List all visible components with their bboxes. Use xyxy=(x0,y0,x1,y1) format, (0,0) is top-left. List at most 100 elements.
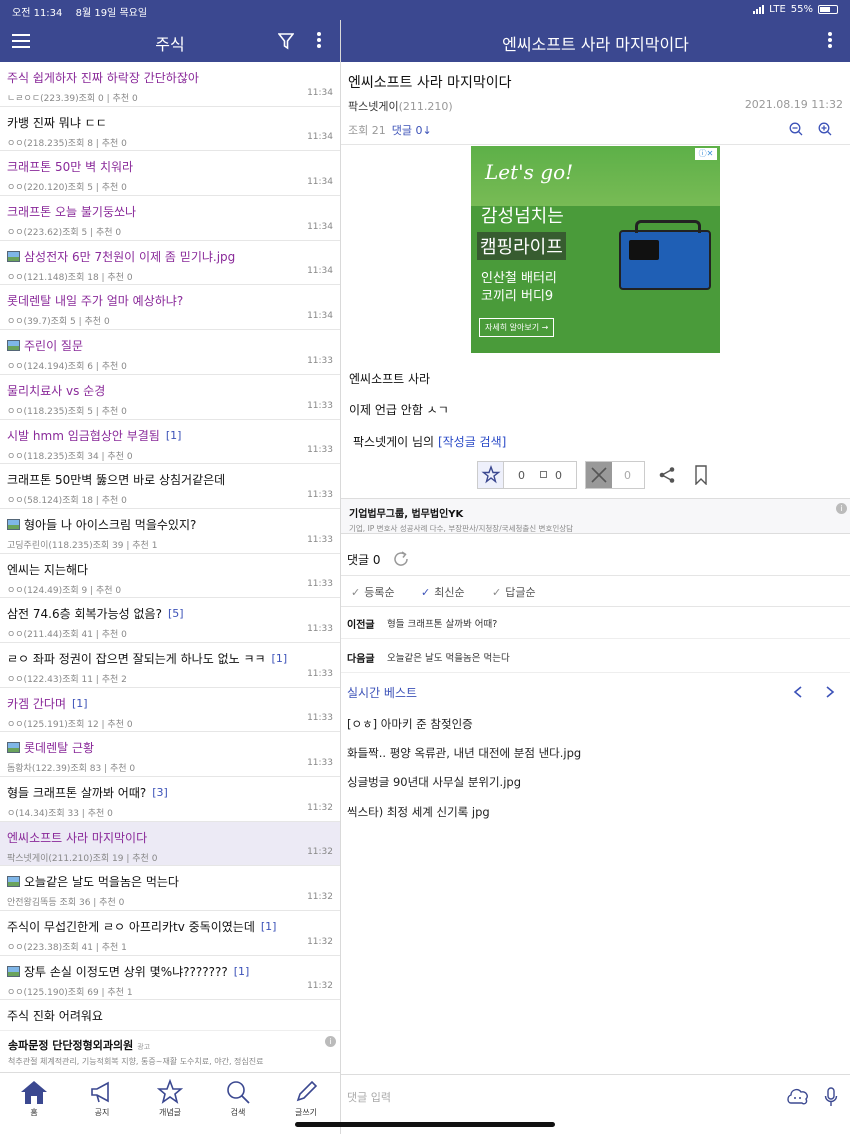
post-list-item[interactable]: 삼전 74.6층 회복가능성 없음? [5] ㅇㅇ(211.44)조회 41 | 추… xyxy=(0,598,340,643)
tab-search[interactable]: 검색 xyxy=(208,1079,268,1118)
microphone-icon[interactable] xyxy=(824,1087,838,1107)
post-list-item[interactable]: 롯데렌탈 내일 주가 얼마 예상하냐? ㅇㅇ(39.7)조회 5 | 추천 0 11… xyxy=(0,285,340,331)
chevron-right-icon[interactable] xyxy=(825,686,835,698)
post-list-item[interactable]: 카뱅 진짜 뭐냐 ㄷㄷ ㅇㅇ(218.235)조회 8 | 추천 0 11:34 xyxy=(0,107,340,152)
post-list-item[interactable]: ㄹㅇ 좌파 정권이 잡으면 잘되는게 하나도 없노 ㅋㅋ [1] ㅇㅇ(122.43… xyxy=(0,643,340,688)
image-icon xyxy=(7,518,20,530)
tab-best[interactable]: 개념글 xyxy=(140,1079,200,1118)
best-item[interactable]: 화들짝.. 평양 옥류관, 내년 대전에 분점 낸다.jpg xyxy=(347,745,581,761)
camping-ad-banner[interactable]: Let's go! 감성넘치는 캠핑라이프 인산철 배터리 코끼리 버디9 자세히… xyxy=(471,146,720,353)
reply-input[interactable]: 댓글 입력 xyxy=(347,1089,391,1105)
post-list-item[interactable]: 크래프톤 오늘 불기둥쏘나 ㅇㅇ(223.62)조회 5 | 추천 0 11:34 xyxy=(0,196,340,241)
post-item-time: 11:33 xyxy=(307,713,333,724)
image-icon xyxy=(7,742,20,754)
post-item-title: 주식 쉽게하자 진짜 하락장 간단하잖아 xyxy=(7,69,333,86)
ad-headline: Let's go! xyxy=(485,160,574,184)
post-list-item[interactable]: 크래프톤 50만 벽 치워라 ㅇㅇ(220.120)조회 5 | 추천 0 11:3… xyxy=(0,151,340,197)
post-item-meta: ㅇㅇ(125.190)조회 69 | 추천 1 xyxy=(7,987,133,998)
upvote-button[interactable] xyxy=(478,462,504,488)
post-item-time: 11:34 xyxy=(307,132,333,143)
law-ad-info-icon[interactable]: i xyxy=(836,503,847,514)
post-item-title-text: 오늘같은 날도 먹을놈은 먹는다 xyxy=(24,875,179,890)
best-item[interactable]: 씩스타) 최정 세계 신기록 jpg xyxy=(347,804,490,820)
post-item-time: 11:33 xyxy=(307,400,333,411)
tab-home[interactable]: 홈 xyxy=(4,1079,64,1118)
post-more-icon[interactable] xyxy=(828,32,832,50)
ad-choices-icon[interactable]: ⓘ✕ xyxy=(695,148,717,160)
post-item-meta: ㅇㅇ(220.120)조회 5 | 추천 0 xyxy=(7,183,127,194)
post-list-item[interactable]: 오늘같은 날도 먹을놈은 먹는다안전왕김똑등 조회 36 | 추천 0 11:32 xyxy=(0,866,340,912)
post-item-meta: ㅇㅇ(218.235)조회 8 | 추천 0 xyxy=(7,138,127,149)
status-time: 오전 11:34 xyxy=(12,8,63,19)
check-icon: ✓ xyxy=(492,586,502,599)
post-item-title-text: 형아들 나 아이스크림 먹을수있지? xyxy=(24,517,197,532)
search-icon xyxy=(227,1081,250,1104)
post-body-line-2: 이제 언급 안함 ㅅㄱ xyxy=(349,403,449,417)
tab-notice[interactable]: 공지 xyxy=(72,1079,132,1118)
post-list-item[interactable]: 장투 손실 이정도면 상위 몇%냐??????? [1] ㅇㅇ(125.190)조회… xyxy=(0,956,340,1001)
post-item-title-text: 주식이 무섭긴한게 ㄹㅇ 아프리카tv 중독이였는데 xyxy=(7,920,255,935)
post-item-title-text: 크래프톤 50만 벽 치워라 xyxy=(7,160,134,175)
post-list-item[interactable]: 크래프톤 50만벽 뚫으면 바로 상침거같은데 ㅇㅇ(58.124)조회 18 |… xyxy=(0,464,340,509)
post-list-item[interactable]: 롯데렌탈 근황 돔황차(122.39)조회 83 | 추천 0 11:33 xyxy=(0,732,340,777)
post-list-item[interactable]: 카겜 간다며 [1] ㅇㅇ(125.191)조회 12 | 추천 0 11:33 xyxy=(0,688,340,733)
post-header: 엔씨소프트 사라 마지막이다 xyxy=(341,20,850,62)
sort-registered-label: 등록순 xyxy=(364,586,395,599)
comments-link[interactable]: 댓글 0↓ xyxy=(392,124,432,137)
comment-count-badge: [1] xyxy=(233,964,250,978)
ad-line1: 감성넘치는 xyxy=(481,206,564,227)
law-ad[interactable]: 기업법무그룹, 법무법인YK 기업, IP 변호사 성공사례 다수, 부장판사/… xyxy=(341,498,850,534)
sort-latest[interactable]: ✓ 최신순 xyxy=(421,584,465,600)
zoom-in-icon[interactable] xyxy=(818,122,832,136)
post-list-item[interactable]: 삼성전자 6만 7천원이 이제 좀 믿기냐.jpg ㅇㅇ(121.148)조회 1… xyxy=(0,241,340,286)
sort-replies[interactable]: ✓ 답글순 xyxy=(492,584,536,600)
post-list-item[interactable]: 주식이 무섭긴한게 ㄹㅇ 아프리카tv 중독이였는데 [1] ㅇㅇ(223.38)조… xyxy=(0,911,340,956)
chevron-left-icon[interactable] xyxy=(793,686,803,698)
next-post-label: 다음글 xyxy=(347,654,375,665)
comment-header: 댓글 0 xyxy=(347,550,410,568)
post-list-item[interactable]: 주식 쉽게하자 진짜 하락장 간단하잖아 ㄴㄹㅇㄷ(223.39)조회 0 | 추… xyxy=(0,62,340,107)
author-search-link[interactable]: [작성글 검색] xyxy=(438,435,506,449)
left-ad-desc: 척추관절 체계적관리, 기능적회복 지향, 통증~재활 도수치료, 야간, 정심… xyxy=(8,1057,264,1066)
sort-registered[interactable]: ✓ 등록순 xyxy=(351,584,395,600)
post-item-meta: 안전왕김똑등 조회 36 | 추천 0 xyxy=(7,898,125,909)
zoom-out-icon[interactable] xyxy=(789,122,803,136)
best-item[interactable]: [ㅇㅎ] 아마키 준 참젖인증 xyxy=(347,716,473,732)
x-icon xyxy=(591,467,607,483)
share-icon[interactable] xyxy=(658,466,676,484)
best-item[interactable]: 싱글벙글 90년대 사무실 분위기.jpg xyxy=(347,774,521,790)
post-item-title: 카겜 간다며 [1] xyxy=(7,695,333,712)
downvote-button[interactable] xyxy=(586,462,612,488)
post-author[interactable]: 팍스넷게이(211.210) xyxy=(348,98,453,114)
next-post-row[interactable]: 다음글 오늘같은 날도 먹을놈은 먹는다 xyxy=(341,641,850,673)
upvote-count: 0 xyxy=(518,469,525,482)
post-item-title-text: 카겜 간다며 xyxy=(7,696,67,711)
post-list-item[interactable]: 엔씨는 지는해다 ㅇㅇ(124.49)조회 9 | 추천 0 11:33 xyxy=(0,554,340,599)
post-item-title: 형들 크래프톤 살까봐 어때? [3] xyxy=(7,784,333,801)
more-icon[interactable] xyxy=(317,32,321,50)
emoticon-icon[interactable] xyxy=(787,1087,809,1107)
downvote-count: 0 xyxy=(624,469,631,482)
tab-write[interactable]: 글쓰기 xyxy=(276,1079,336,1118)
bookmark-icon[interactable] xyxy=(694,465,708,485)
left-ad[interactable]: 송파문정 단단정형외과의원 광고 척추관절 체계적관리, 기능적회복 지향, 통증… xyxy=(0,1030,340,1072)
post-item-time: 11:32 xyxy=(307,936,333,947)
filter-icon[interactable] xyxy=(278,32,294,50)
post-list-item[interactable]: 시발 hmm 임금협상안 부결됨 [1] ㅇㅇ(118.235)조회 34 | 추천… xyxy=(0,420,340,465)
post-list-item[interactable]: 형들 크래프톤 살까봐 어때? [3] ㅇ(14.34)조회 33 | 추천 0 11… xyxy=(0,777,340,822)
post-list-item[interactable]: 물리치료사 vs 순경 ㅇㅇ(118.235)조회 5 | 추천 0 11:33 xyxy=(0,375,340,420)
post-list-item[interactable]: 엔씨소프트 사라 마지막이다 팍스넷게이(211.210)조회 19 | 추천 0… xyxy=(0,821,340,867)
ad-info-icon[interactable]: i xyxy=(325,1036,336,1047)
ad-line4-text: 코끼리 버디9 xyxy=(481,289,554,304)
post-item-time: 11:33 xyxy=(307,579,333,590)
ad-cta-button[interactable]: 자세히 알아보기 → xyxy=(479,318,555,337)
refresh-icon[interactable] xyxy=(392,550,410,568)
next-post-title: 오늘같은 날도 먹을놈은 먹는다 xyxy=(387,653,510,664)
prev-post-row[interactable]: 이전글 형들 크래프톤 살까봐 어때? xyxy=(341,607,850,639)
home-icon xyxy=(21,1081,47,1104)
post-list-item[interactable]: 주린이 질문 ㅇㅇ(124.194)조회 6 | 추천 0 11:33 xyxy=(0,330,340,375)
post-item-time: 11:34 xyxy=(307,87,333,98)
post-item-time: 11:32 xyxy=(307,892,333,903)
battery-icon xyxy=(818,5,838,14)
post-list-item[interactable]: 형아들 나 아이스크림 먹을수있지? 고딩주린이(118.235)조회 39 | … xyxy=(0,509,340,554)
